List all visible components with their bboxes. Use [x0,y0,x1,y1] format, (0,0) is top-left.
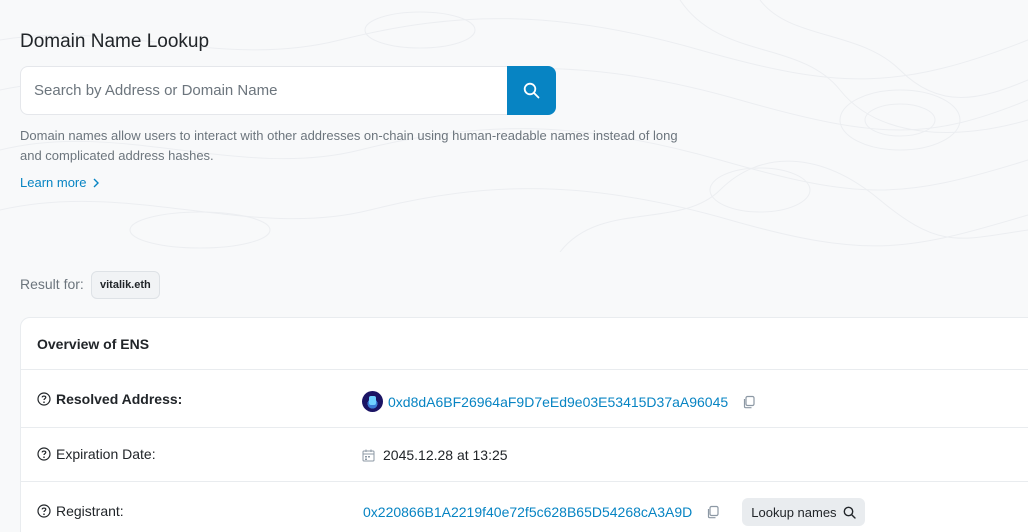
help-circle-icon[interactable] [37,447,51,461]
resolved-address-row: Resolved Address: 0xd8dA6BF26964aF9D7eEd… [21,370,1028,428]
resolved-address-label: Resolved Address: [37,391,182,407]
expiration-date-label-text: Expiration Date: [56,446,156,462]
search-button[interactable] [507,66,556,115]
expiration-date-text: 2045.12.28 at 13:25 [383,447,508,463]
learn-more-label: Learn more [20,175,87,190]
registrant-value: 0x220866B1A2219f40e72f5c628B65D54268cA3A… [363,498,865,526]
learn-more-link[interactable]: Learn more [20,175,100,190]
search-icon [843,506,856,519]
registrant-label: Registrant: [37,503,124,519]
lookup-names-button[interactable]: Lookup names [742,498,865,526]
expiration-date-label: Expiration Date: [37,446,156,462]
search-bar [20,66,556,115]
avatar [362,391,383,412]
search-icon [523,82,540,99]
resolved-address-value: 0xd8dA6BF26964aF9D7eEd9e03E53415D37aA960… [362,391,756,412]
resolved-address-link[interactable]: 0xd8dA6BF26964aF9D7eEd9e03E53415D37aA960… [388,394,728,410]
search-input[interactable] [20,66,507,115]
copy-icon[interactable] [706,505,720,519]
expiration-date-value: 2045.12.28 at 13:25 [362,447,508,463]
hero-section: Domain Name Lookup Domain names allow us… [0,0,1028,252]
expiration-date-row: Expiration Date: 2045.12.28 at 13:25 [21,428,1028,482]
overview-card-title: Overview of ENS [21,318,1028,370]
help-circle-icon[interactable] [37,392,51,406]
overview-card: Overview of ENS Resolved Address: 0xd8dA… [20,317,1028,532]
chevron-right-icon [93,178,100,187]
lookup-names-label: Lookup names [751,504,837,520]
copy-icon[interactable] [742,395,756,409]
result-query-badge: vitalik.eth [91,271,160,299]
help-circle-icon[interactable] [37,504,51,518]
resolved-address-label-text: Resolved Address: [56,391,183,407]
calendar-icon [362,449,375,461]
registrant-row: Registrant: 0x220866B1A2219f40e72f5c628B… [21,482,1028,532]
registrant-address-link[interactable]: 0x220866B1A2219f40e72f5c628B65D54268cA3A… [363,504,692,520]
page-title: Domain Name Lookup [20,31,210,52]
registrant-label-text: Registrant: [56,503,124,519]
description-text: Domain names allow users to interact wit… [20,128,678,163]
result-label: Result for: [20,276,84,292]
